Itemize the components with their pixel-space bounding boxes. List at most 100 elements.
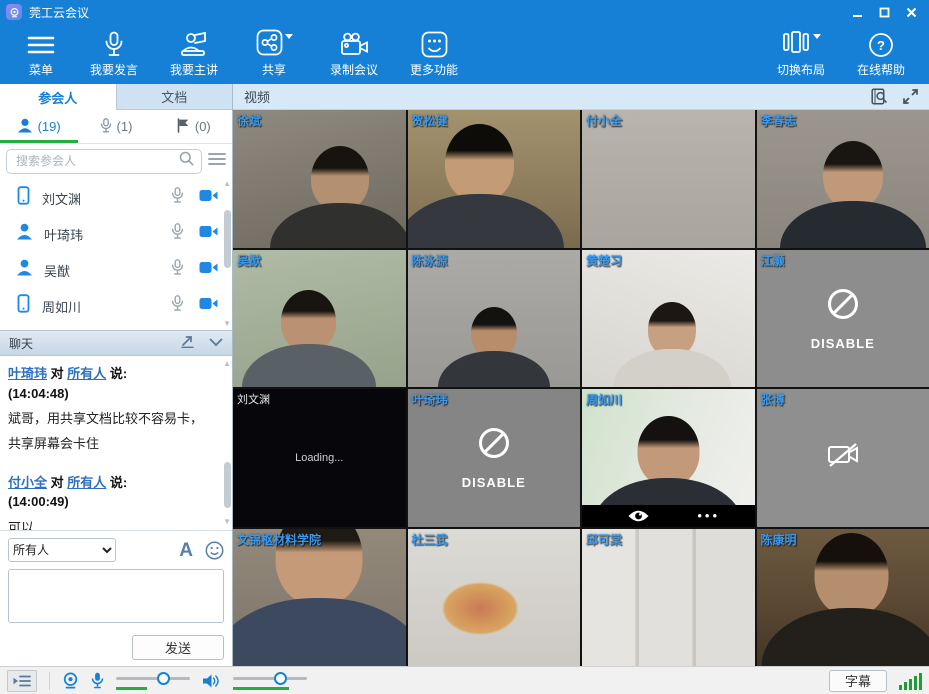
watch-video-icon[interactable] xyxy=(627,509,650,523)
video-tile[interactable]: DISABLE江灏 xyxy=(757,250,929,388)
video-tile[interactable]: 文锦枢材料学院 xyxy=(233,529,406,667)
switch-layout-button[interactable]: 切换布局 xyxy=(761,31,841,78)
video-tile[interactable]: 邱可棠 xyxy=(582,529,755,667)
record-meeting-button[interactable]: 录制会议 xyxy=(314,31,394,78)
slider-track xyxy=(116,677,190,680)
participant-camera-icon[interactable] xyxy=(199,189,218,207)
video-tile-name: 付小全 xyxy=(586,112,622,129)
search-icon xyxy=(179,151,194,171)
speaker-volume-slider[interactable] xyxy=(233,671,307,691)
video-tile[interactable]: 周如川••• xyxy=(582,389,755,527)
tab-documents[interactable]: 文档 xyxy=(116,84,233,110)
panel-tabs: 参会人 文档 xyxy=(0,84,232,110)
font-style-icon[interactable]: A xyxy=(179,541,193,560)
menu-button[interactable]: 菜单 xyxy=(8,31,74,78)
search-box[interactable] xyxy=(6,149,202,174)
filter-speaking[interactable]: (1) xyxy=(77,118,154,136)
mic-volume-slider[interactable] xyxy=(116,671,190,691)
chat-audience-link[interactable]: 所有人 xyxy=(67,475,106,490)
maximize-button[interactable] xyxy=(879,7,890,18)
message-input[interactable] xyxy=(8,569,224,623)
share-icon xyxy=(256,29,283,61)
chat-sender-link[interactable]: 叶琦玮 xyxy=(8,366,47,381)
collapse-panel-button[interactable] xyxy=(7,670,37,692)
video-tile[interactable]: 黄楚习 xyxy=(582,250,755,388)
participant-camera-icon[interactable] xyxy=(199,261,218,279)
video-tile[interactable]: 贺松健 xyxy=(408,110,581,248)
help-icon: ? xyxy=(868,31,894,59)
video-tile[interactable]: 徐斌 xyxy=(233,110,406,248)
participant-silhouette xyxy=(233,529,406,667)
video-tile[interactable]: 张博 xyxy=(757,389,929,527)
chat-scroll-up-icon[interactable]: ▲ xyxy=(223,360,231,368)
online-help-button[interactable]: ? 在线帮助 xyxy=(841,31,921,78)
participant-mic-icon[interactable] xyxy=(171,259,184,281)
video-tile[interactable]: 李春志 xyxy=(757,110,929,248)
chat-says-label: 说: xyxy=(110,366,127,381)
participant-name: 吴猷 xyxy=(44,261,160,280)
layout-icon xyxy=(781,29,811,60)
video-disabled-label: DISABLE xyxy=(462,475,526,490)
request-speak-button[interactable]: 我要发言 xyxy=(74,31,154,78)
scroll-down-icon[interactable]: ▼ xyxy=(223,320,231,328)
filter-hands-raised[interactable]: (0) xyxy=(155,118,232,136)
mic-volume-icon[interactable] xyxy=(91,672,104,689)
scroll-up-icon[interactable]: ▲ xyxy=(223,180,231,188)
fullscreen-icon[interactable] xyxy=(903,89,918,104)
chat-audience-link[interactable]: 所有人 xyxy=(67,366,106,381)
participant-row[interactable]: 刘文渊 xyxy=(0,180,232,216)
video-tile[interactable]: 吴猷 xyxy=(233,250,406,388)
participant-row[interactable]: 吴猷 xyxy=(0,252,232,288)
participant-camera-icon[interactable] xyxy=(199,297,218,315)
chat-text: 可以 xyxy=(8,516,214,530)
mic-level-meter xyxy=(116,687,147,690)
video-settings-icon[interactable] xyxy=(871,88,888,105)
video-tile[interactable]: 陈泳源 xyxy=(408,250,581,388)
collapse-chat-icon[interactable] xyxy=(209,334,223,352)
chat-to-label: 对 xyxy=(51,366,64,381)
emoji-icon[interactable] xyxy=(205,541,224,560)
video-tile-name: 刘文渊 xyxy=(237,391,270,407)
list-view-icon[interactable] xyxy=(208,152,226,171)
participant-scrollbar[interactable] xyxy=(224,210,231,268)
recipient-select[interactable]: 所有人 xyxy=(8,538,116,562)
video-tile[interactable]: 付小全 xyxy=(582,110,755,248)
slider-knob[interactable] xyxy=(274,672,287,685)
webcam-icon[interactable] xyxy=(62,672,79,689)
video-tile[interactable]: DISABLE叶琦玮 xyxy=(408,389,581,527)
minimize-button[interactable] xyxy=(852,7,863,18)
participant-mic-icon[interactable] xyxy=(171,295,184,317)
participant-row[interactable]: 周如川 xyxy=(0,288,232,324)
participant-row[interactable]: 叶琦玮 xyxy=(0,216,232,252)
close-button[interactable] xyxy=(906,7,917,18)
video-tile[interactable]: 陈康明 xyxy=(757,529,929,667)
chat-sender-link[interactable]: 付小全 xyxy=(8,475,47,490)
request-present-button[interactable]: 我要主讲 xyxy=(154,31,234,78)
layout-dropdown-caret[interactable] xyxy=(813,34,821,39)
share-dropdown-caret[interactable] xyxy=(285,34,293,39)
tab-participants[interactable]: 参会人 xyxy=(0,84,116,110)
chat-scrollbar[interactable] xyxy=(224,462,231,508)
slider-knob[interactable] xyxy=(157,672,170,685)
video-tile[interactable]: 杜三武 xyxy=(408,529,581,667)
chat-header: 聊天 xyxy=(0,330,232,356)
participant-camera-icon[interactable] xyxy=(199,225,218,243)
chat-scroll-down-icon[interactable]: ▼ xyxy=(223,518,231,526)
filter-all-participants[interactable]: (19) xyxy=(0,118,77,136)
menu-icon xyxy=(26,31,56,59)
search-input[interactable] xyxy=(14,153,179,169)
send-button[interactable]: 发送 xyxy=(132,635,224,660)
participant-mic-icon[interactable] xyxy=(171,223,184,245)
subtitle-button[interactable]: 字幕 xyxy=(829,670,887,692)
share-button[interactable]: 共享 xyxy=(234,31,314,78)
chat-timestamp: (14:04:48) xyxy=(8,384,214,405)
video-tile[interactable]: Loading...刘文渊 xyxy=(233,389,406,527)
popout-chat-icon[interactable] xyxy=(180,334,195,353)
more-features-button[interactable]: 更多功能 xyxy=(394,31,474,78)
speaker-icon[interactable] xyxy=(202,673,221,689)
participant-mic-icon[interactable] xyxy=(171,187,184,209)
participant-silhouette xyxy=(780,141,926,248)
chat-to-label: 对 xyxy=(51,475,64,490)
meeting-app-window: 莞工云会议 菜单 我要发言 我要主讲 xyxy=(0,0,929,694)
video-header: 视频 xyxy=(233,84,929,110)
